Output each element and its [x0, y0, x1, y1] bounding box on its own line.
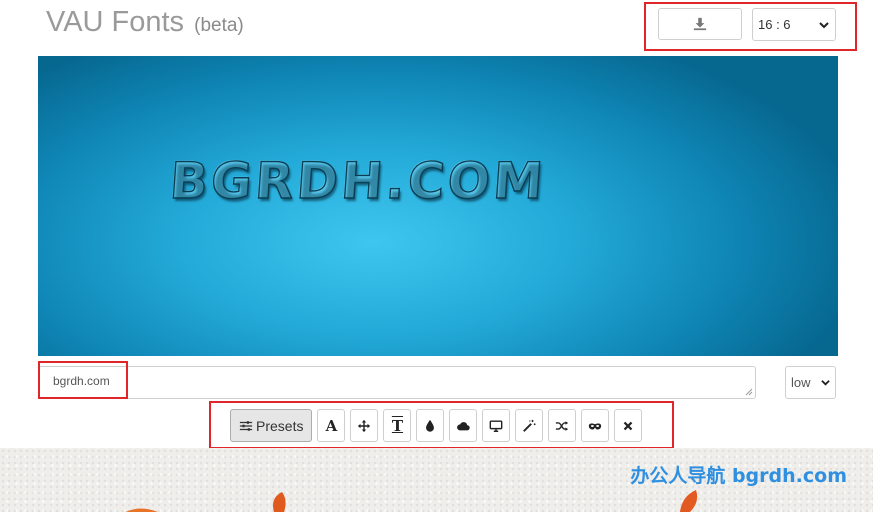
download-button[interactable]	[658, 8, 742, 40]
download-icon	[693, 17, 707, 31]
watermark-text: 办公人导航 bgrdh.com	[630, 465, 847, 487]
text-size-button[interactable]: T	[383, 409, 412, 442]
toolbar: Presets A T	[230, 409, 643, 442]
presets-label: Presets	[256, 417, 304, 434]
mask-button[interactable]	[581, 409, 610, 442]
aspect-ratio-select[interactable]: 16 : 6	[752, 8, 836, 41]
font-button[interactable]: A	[317, 409, 346, 442]
quality-value: low	[791, 375, 811, 390]
quality-select[interactable]: low	[785, 366, 836, 399]
move-button[interactable]	[350, 409, 379, 442]
randomize-button[interactable]	[548, 409, 577, 442]
reset-button[interactable]	[614, 409, 643, 442]
cloud-icon	[457, 421, 471, 430]
leaf-decoration	[680, 490, 698, 512]
color-button[interactable]	[416, 409, 445, 442]
text-input[interactable]: bgrdh.com	[38, 366, 756, 399]
aspect-ratio-value: 16 : 6	[758, 17, 791, 32]
monitor-icon	[490, 419, 503, 432]
chevron-down-icon	[821, 380, 830, 386]
app-title-text: VAU Fonts	[46, 6, 185, 38]
background-button[interactable]	[482, 409, 511, 442]
close-icon	[624, 421, 633, 430]
presets-button[interactable]: Presets	[230, 409, 313, 442]
watermark-banner: 办公人导航 bgrdh.com	[0, 448, 873, 512]
move-arrows-icon	[358, 419, 371, 432]
leaf-decoration	[273, 492, 286, 512]
resize-grip-icon[interactable]	[745, 388, 753, 396]
shadow-button[interactable]	[449, 409, 478, 442]
preview-text: BGRDH.COM	[167, 151, 548, 210]
magic-wand-icon	[523, 419, 537, 432]
leaf-decoration	[125, 508, 158, 512]
font-icon: A	[325, 416, 338, 435]
beta-badge: (beta)	[194, 15, 244, 36]
shuffle-icon	[556, 420, 569, 431]
chevron-down-icon	[819, 22, 829, 29]
sliders-icon	[239, 420, 253, 431]
mask-icon	[589, 423, 602, 429]
text-size-icon: T	[391, 416, 404, 435]
text-input-value: bgrdh.com	[53, 374, 110, 388]
droplet-icon	[426, 419, 435, 432]
app-title: VAU Fonts (beta)	[46, 6, 244, 39]
effects-button[interactable]	[515, 409, 544, 442]
preview-canvas[interactable]: BGRDH.COM	[38, 56, 838, 356]
